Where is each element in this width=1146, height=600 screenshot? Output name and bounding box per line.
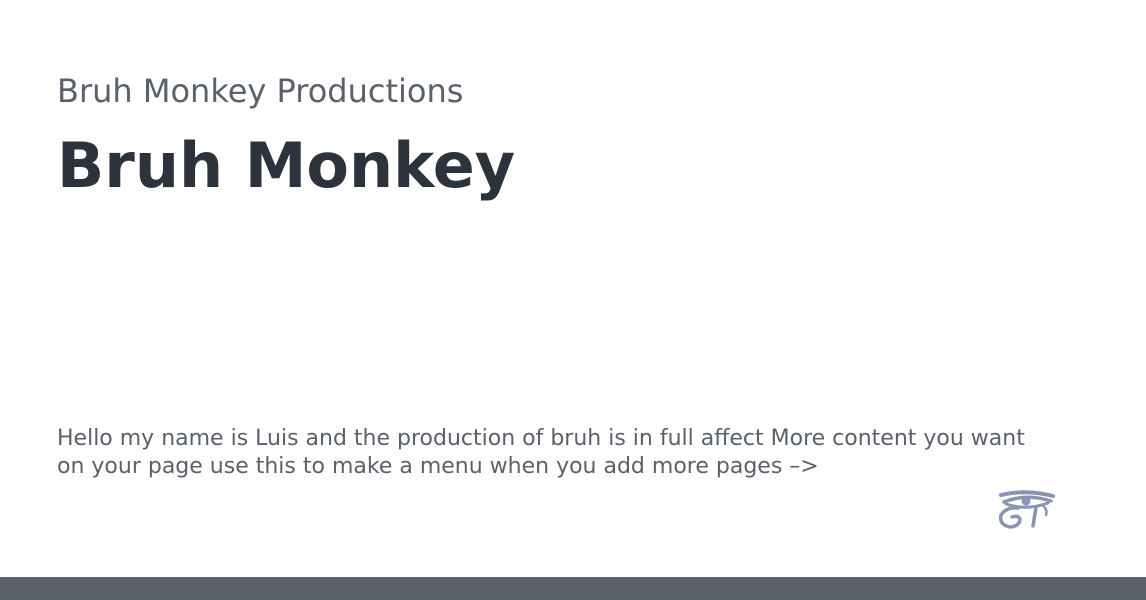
- footer-bar: [0, 577, 1146, 600]
- menu-eye-link[interactable]: [996, 489, 1056, 533]
- intro-text: Hello my name is Luis and the production…: [57, 426, 1025, 479]
- site-name: Bruh Monkey Productions: [57, 72, 464, 110]
- page: Bruh Monkey Productions Bruh Monkey Hell…: [0, 0, 1146, 600]
- page-title: Bruh Monkey: [57, 129, 516, 202]
- eye-of-horus-icon: [998, 490, 1055, 529]
